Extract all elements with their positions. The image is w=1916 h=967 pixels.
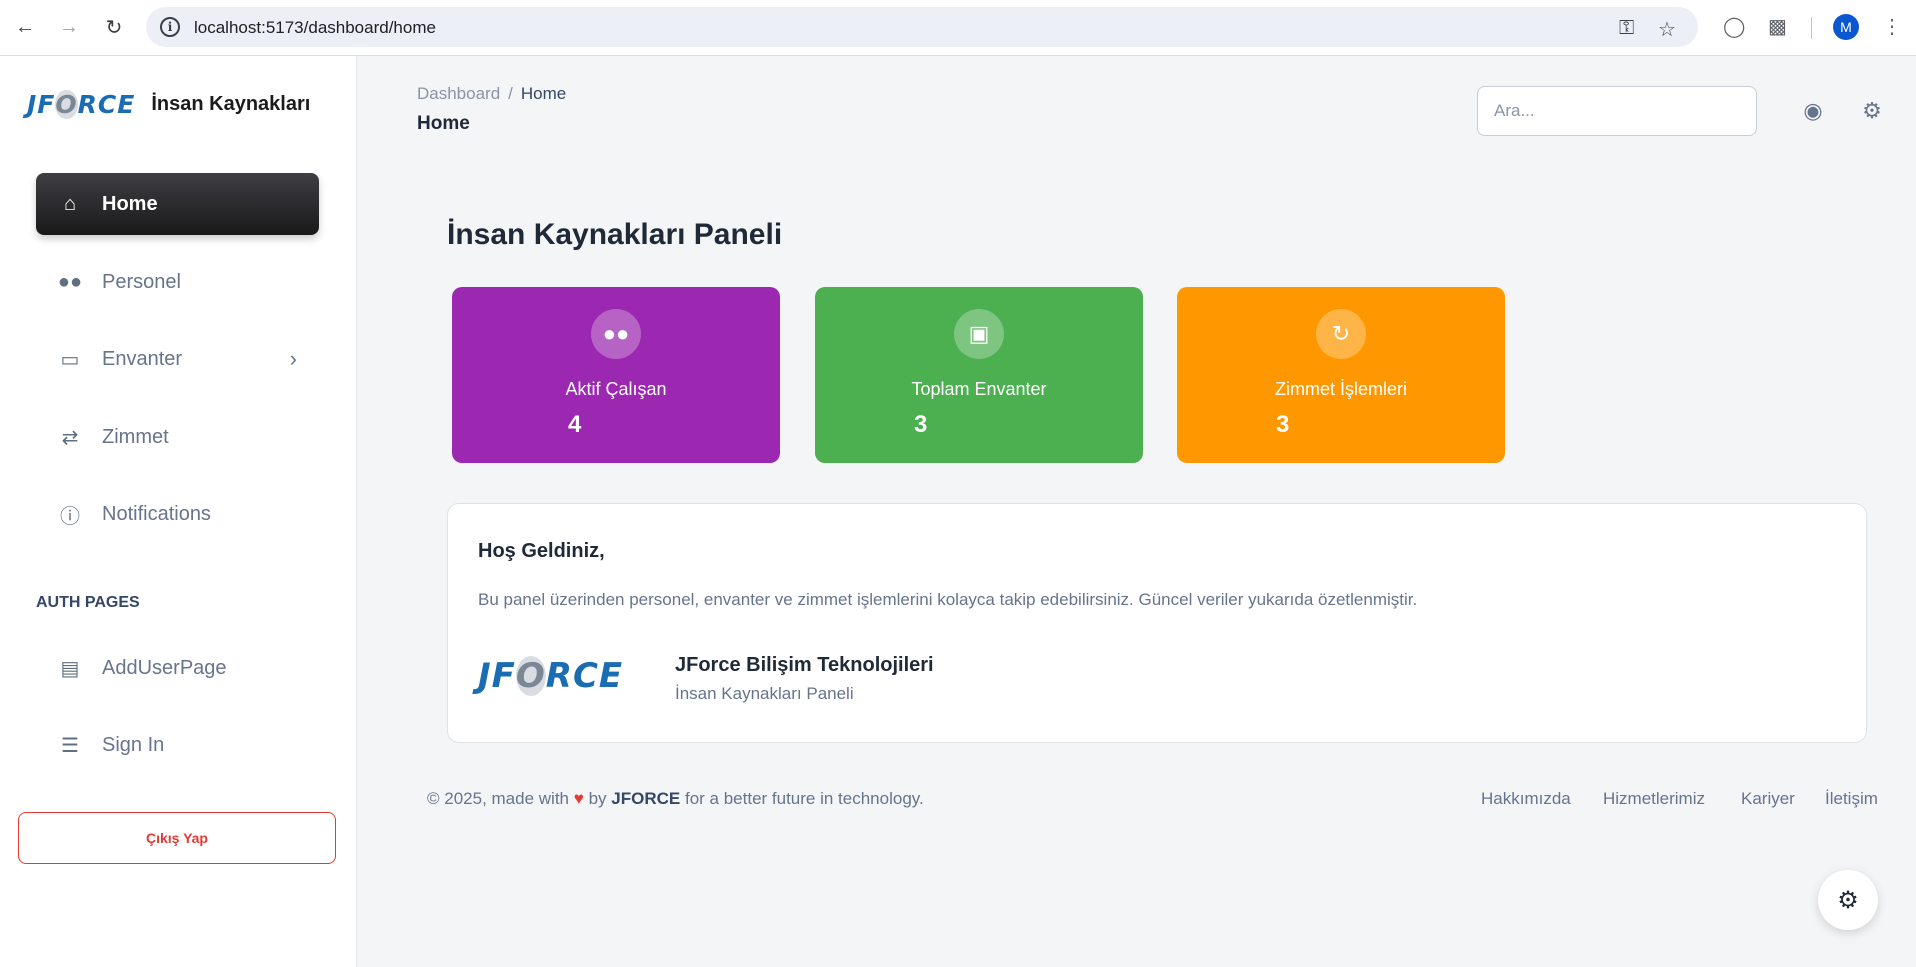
footer-by: by (588, 789, 607, 808)
footer-copyright: © 2025, made with ♥ by JFORCE for a bett… (427, 789, 924, 809)
sidebar-item-home[interactable]: ⌂ Home (36, 173, 319, 235)
reload-icon[interactable]: ↻ (101, 12, 127, 42)
stack-icon: ▤ (60, 657, 80, 680)
heart-icon: ♥ (573, 789, 584, 808)
logout-button[interactable]: Çıkış Yap (18, 812, 336, 864)
toolbar-divider (1811, 17, 1812, 39)
forward-icon[interactable]: → (56, 12, 82, 42)
users-icon: ●● (591, 309, 641, 359)
brand-title: İnsan Kaynakları (151, 93, 311, 115)
stat-card-aktif-calisan[interactable]: ●● Aktif Çalışan 4 (452, 287, 780, 463)
welcome-text: Bu panel üzerinden personel, envanter ve… (478, 590, 1418, 609)
sidebar-item-zimmet[interactable]: ⇄ Zimmet (36, 406, 319, 468)
panel-heading: İnsan Kaynakları Paneli (447, 218, 783, 251)
profile-avatar[interactable]: M (1833, 14, 1859, 40)
extension-badge-icon[interactable]: ◯ (1723, 14, 1745, 39)
company-name: JForce Bilişim Teknolojileri (675, 654, 934, 676)
welcome-card: Hoş Geldiniz, Bu panel üzerinden persone… (447, 503, 1867, 743)
sidebar-item-label: Envanter (102, 347, 183, 370)
search-input[interactable] (1477, 86, 1757, 136)
stat-label: Zimmet İşlemleri (1274, 379, 1407, 399)
account-icon[interactable]: ◉ (1800, 98, 1826, 124)
key-icon[interactable]: ⚿ (1619, 17, 1634, 40)
monitor-icon: ▭ (60, 348, 80, 371)
users-icon: ●● (57, 270, 83, 293)
sidebar-item-label: Sign In (102, 733, 165, 756)
stat-value: 3 (914, 411, 928, 438)
sidebar-item-label: Notifications (102, 502, 211, 525)
back-icon[interactable]: ← (12, 12, 38, 42)
sidebar-item-label: Zimmet (102, 425, 169, 448)
home-icon: ⌂ (63, 192, 77, 215)
sync-icon: ↻ (1316, 309, 1366, 359)
section-title-auth: AUTH PAGES (36, 594, 140, 611)
breadcrumb-dashboard[interactable]: Dashboard (417, 84, 500, 103)
settings-fab[interactable]: ⚙ (1818, 870, 1878, 930)
stat-value: 3 (1276, 411, 1290, 438)
jforce-logo: JFORCE (478, 656, 624, 696)
info-icon: ⓘ (60, 505, 80, 528)
footer-link-iletisim[interactable]: İletişim (1825, 789, 1878, 809)
stat-label: Toplam Envanter (911, 379, 1047, 399)
footer-prefix: © 2025, made with (427, 789, 569, 808)
url-text[interactable]: localhost:5173/dashboard/home (194, 18, 436, 38)
breadcrumb: Dashboard / Home (417, 84, 566, 104)
footer-link-kariyer[interactable]: Kariyer (1741, 789, 1795, 809)
menu-dots-icon[interactable]: ⋮ (1882, 14, 1902, 39)
company-subtitle: İnsan Kaynakları Paneli (675, 684, 854, 703)
stat-card-toplam-envanter[interactable]: ▣ Toplam Envanter 3 (815, 287, 1143, 463)
brand[interactable]: JFORCE İnsan Kaynakları (27, 90, 310, 119)
sidebar-item-envanter[interactable]: ▭ Envanter › (36, 328, 319, 390)
sidebar: JFORCE İnsan Kaynakları ⌂ Home ●● Person… (0, 56, 357, 967)
breadcrumb-separator: / (508, 84, 513, 103)
page-title: Home (417, 113, 470, 134)
sidebar-item-label: AddUserPage (102, 656, 227, 679)
gear-icon[interactable]: ⚙ (1859, 98, 1885, 124)
sidebar-item-adduserpage[interactable]: ▤ AddUserPage (36, 637, 319, 699)
sidebar-item-personel[interactable]: ●● Personel (36, 251, 319, 313)
footer-suffix: for a better future in technology. (684, 789, 924, 808)
sidebar-item-label: Personel (102, 270, 181, 293)
address-bar[interactable]: i localhost:5173/dashboard/home ⚿ ☆ (146, 7, 1698, 47)
jforce-logo: JFORCE (27, 90, 136, 119)
stat-value: 4 (568, 411, 582, 438)
stat-card-zimmet-islemleri[interactable]: ↻ Zimmet İşlemleri 3 (1177, 287, 1505, 463)
site-info-icon[interactable]: i (160, 17, 180, 37)
sync-icon: ⇄ (61, 426, 79, 449)
sidebar-item-signin[interactable]: ☰ Sign In (36, 714, 319, 776)
welcome-title: Hoş Geldiniz, (478, 540, 605, 562)
sidebar-item-label: Home (102, 192, 158, 215)
breadcrumb-home: Home (520, 84, 567, 103)
browser-toolbar: ← → ↻ i localhost:5173/dashboard/home ⚿ … (0, 0, 1916, 56)
footer-link-hakkimizda[interactable]: Hakkımızda (1481, 789, 1571, 809)
stat-label: Aktif Çalışan (565, 379, 667, 399)
archive-icon: ▣ (954, 309, 1004, 359)
server-icon: ☰ (61, 734, 79, 757)
sidebar-item-notifications[interactable]: ⓘ Notifications (36, 483, 319, 545)
footer-link-hizmetlerimiz[interactable]: Hizmetlerimiz (1603, 789, 1705, 809)
chevron-right-icon: › (289, 346, 297, 371)
footer-brand[interactable]: JFORCE (611, 789, 680, 808)
gear-icon: ⚙ (1837, 886, 1859, 914)
extensions-icon[interactable]: ▩ (1768, 14, 1787, 39)
star-icon[interactable]: ☆ (1658, 17, 1676, 42)
